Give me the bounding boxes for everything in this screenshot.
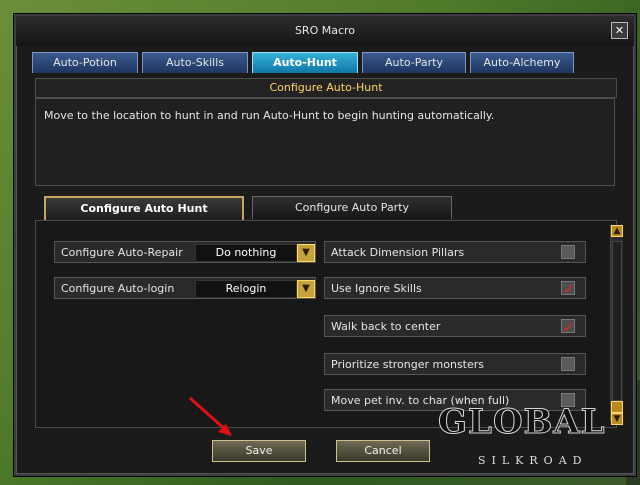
checkmark-icon: ✓: [563, 282, 575, 298]
tab-auto-skills[interactable]: Auto-Skills: [142, 52, 248, 73]
selected-value: Relogin: [225, 282, 267, 295]
tab-label: Auto-Hunt: [273, 56, 337, 69]
option-label: Prioritize stronger monsters: [331, 358, 485, 371]
checkmark-icon: ✓: [563, 320, 575, 336]
tab-auto-alchemy[interactable]: Auto-Alchemy: [470, 52, 574, 73]
option-prioritize-stronger-monsters: Prioritize stronger monsters: [324, 353, 586, 375]
selected-value: Do nothing: [215, 246, 277, 259]
option-walk-back-to-center: Walk back to center ✓: [324, 315, 586, 337]
options-panel: Configure Auto-Repair Do nothing ▼ Confi…: [35, 220, 623, 428]
subtab-configure-auto-party[interactable]: Configure Auto Party: [252, 196, 452, 219]
tab-label: Auto-Skills: [166, 56, 224, 69]
cancel-label: Cancel: [364, 444, 402, 457]
subtab-label: Configure Auto Hunt: [80, 202, 208, 215]
option-label: Configure Auto-login: [61, 282, 175, 295]
save-label: Save: [245, 444, 273, 457]
red-arrow-icon: [188, 396, 232, 436]
auto-login-select[interactable]: Relogin: [195, 280, 297, 298]
tab-auto-potion[interactable]: Auto-Potion: [32, 52, 138, 73]
panel-title: Configure Auto-Hunt: [269, 81, 383, 94]
tab-label: Auto-Potion: [53, 56, 117, 69]
titlebar: SRO Macro ✕: [16, 16, 634, 46]
description-text: Move to the location to hunt in and run …: [44, 109, 495, 122]
option-attack-dimension-pillars: Attack Dimension Pillars: [324, 241, 586, 263]
tab-label: Auto-Alchemy: [483, 56, 561, 69]
panel-header: Configure Auto-Hunt: [35, 78, 617, 98]
scrollbar[interactable]: ▲ ▼: [610, 225, 623, 425]
option-move-pet-inventory: Move pet inv. to char (when full): [324, 389, 586, 411]
macro-window: SRO Macro ✕ Auto-Potion Auto-Skills Auto…: [14, 14, 636, 476]
close-button[interactable]: ✕: [611, 22, 628, 39]
checkbox[interactable]: [561, 357, 575, 371]
tab-auto-hunt[interactable]: Auto-Hunt: [252, 52, 358, 73]
checkbox[interactable]: ✓: [561, 319, 575, 336]
option-auto-login: Configure Auto-login Relogin ▼: [54, 277, 316, 299]
close-icon: ✕: [614, 24, 625, 37]
chevron-down-icon[interactable]: ▼: [297, 280, 315, 298]
option-label: Use Ignore Skills: [331, 282, 422, 295]
window-title: SRO Macro: [294, 24, 356, 37]
subtab-configure-auto-hunt[interactable]: Configure Auto Hunt: [44, 196, 244, 222]
chevron-down-icon[interactable]: ▼: [297, 244, 315, 262]
option-label: Attack Dimension Pillars: [331, 246, 465, 259]
description-box: Move to the location to hunt in and run …: [35, 98, 615, 186]
checkbox[interactable]: ✓: [561, 281, 575, 298]
checkbox[interactable]: [561, 393, 575, 407]
scroll-thumb-icon[interactable]: [611, 401, 623, 413]
option-label: Configure Auto-Repair: [61, 246, 183, 259]
auto-repair-select[interactable]: Do nothing: [195, 244, 297, 262]
tab-label: Auto-Party: [385, 56, 443, 69]
option-auto-repair: Configure Auto-Repair Do nothing ▼: [54, 241, 316, 263]
scroll-up-icon[interactable]: ▲: [611, 225, 623, 237]
save-button[interactable]: Save: [212, 440, 306, 462]
tab-auto-party[interactable]: Auto-Party: [362, 52, 466, 73]
option-label: Move pet inv. to char (when full): [331, 394, 510, 407]
checkbox[interactable]: [561, 245, 575, 259]
scroll-down-icon[interactable]: ▼: [611, 413, 623, 425]
subtab-label: Configure Auto Party: [294, 201, 410, 214]
cancel-button[interactable]: Cancel: [336, 440, 430, 462]
scroll-track[interactable]: [612, 241, 622, 401]
option-use-ignore-skills: Use Ignore Skills ✓: [324, 277, 586, 299]
option-label: Walk back to center: [331, 320, 441, 333]
